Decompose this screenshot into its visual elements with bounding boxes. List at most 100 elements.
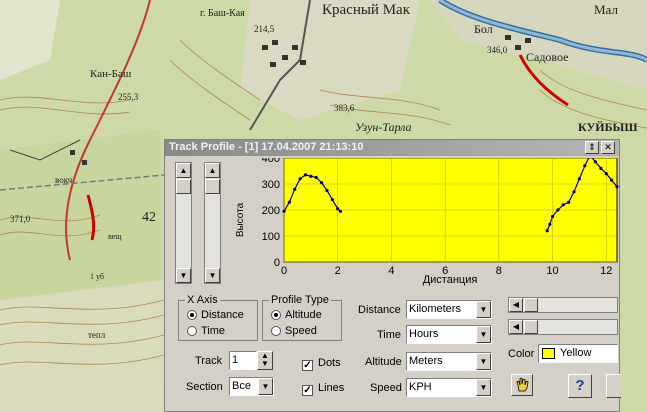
restore-button[interactable]: ⇕: [585, 141, 599, 154]
time-value: Hours: [409, 328, 439, 340]
speed-value: KPH: [409, 381, 432, 393]
help-icon: ?: [575, 377, 585, 394]
map-label: КУЙБЫШ: [578, 120, 638, 134]
radio-label: Speed: [285, 325, 317, 337]
series-point: [325, 188, 329, 193]
scroll-thumb[interactable]: [524, 298, 538, 312]
map-label: 346,0: [487, 45, 508, 55]
lines-label: Lines: [318, 382, 345, 394]
scroll-thumb[interactable]: [205, 179, 220, 194]
horizontal-scrollbar-1[interactable]: ◀: [508, 297, 618, 313]
map-label: Мал: [594, 2, 618, 17]
scroll-down-arrow-icon[interactable]: ▼: [176, 268, 191, 283]
scroll-thumb[interactable]: [176, 179, 191, 194]
series-point: [298, 177, 302, 181]
title-bar[interactable]: Track Profile - [1] 17.04.2007 21:13:10 …: [165, 140, 619, 156]
vertical-scrollbar-1[interactable]: ▲ ▼: [175, 162, 192, 284]
help-button[interactable]: ?: [568, 374, 592, 398]
section-value: Все: [232, 380, 251, 392]
map-label: 214,5: [254, 24, 275, 34]
chevron-down-icon[interactable]: ▼: [258, 378, 273, 395]
radio-distance[interactable]: Distance: [187, 309, 244, 321]
map-label: 371,0: [10, 214, 31, 224]
map-label: 1 уб: [90, 272, 104, 281]
altitude-profile-chart: 0 2 4 6 8 10 120100200300400 Высота Дистанция: [235, 158, 619, 286]
series-point: [556, 208, 560, 212]
time-select[interactable]: Hours ▼: [406, 325, 492, 344]
distance-select[interactable]: Kilometers ▼: [406, 300, 492, 319]
profile-type-group: Profile Type Altitude Speed: [262, 294, 342, 341]
scroll-left-arrow-icon[interactable]: ◀: [509, 320, 523, 334]
map-label: Садовое: [526, 50, 569, 64]
map-label: Красный Мак: [322, 2, 410, 18]
chevron-down-icon[interactable]: ▼: [476, 301, 491, 318]
chevron-down-icon[interactable]: ▼: [476, 326, 491, 343]
lines-checkbox[interactable]: ✓ Lines: [302, 382, 344, 396]
track-input[interactable]: 1: [229, 351, 257, 370]
check-icon[interactable]: ✓: [302, 385, 313, 396]
color-swatch: [542, 348, 555, 359]
track-spinner[interactable]: ▲ ▼: [257, 351, 273, 370]
chevron-down-icon[interactable]: ▼: [476, 379, 491, 396]
altitude-select[interactable]: Meters ▼: [406, 352, 492, 371]
series-point: [593, 160, 598, 164]
color-select[interactable]: Yellow: [538, 344, 618, 363]
speed-select[interactable]: KPH ▼: [406, 378, 492, 397]
scroll-left-arrow-icon[interactable]: ◀: [509, 298, 523, 312]
altitude-value: Meters: [409, 355, 443, 367]
hand-icon: [516, 377, 529, 392]
scroll-up-arrow-icon[interactable]: ▲: [205, 163, 220, 178]
close-icon: ✕: [604, 142, 612, 152]
distance-label: Distance: [358, 304, 401, 316]
time-label: Time: [377, 329, 402, 341]
map-label: Узун-Тарла: [355, 120, 412, 134]
radio-label: Altitude: [285, 309, 322, 321]
radio-dot[interactable]: [271, 310, 281, 320]
scroll-down-arrow-icon[interactable]: ▼: [205, 268, 220, 283]
spinner-arrows-icon[interactable]: ▲ ▼: [261, 351, 269, 368]
y-tick-label: 200: [262, 205, 280, 217]
series-point: [309, 174, 313, 178]
y-tick-label: 100: [262, 231, 280, 243]
series-point: [583, 164, 587, 168]
horizontal-scrollbar-2[interactable]: ◀: [508, 319, 618, 335]
series-point: [548, 222, 552, 226]
section-select[interactable]: Все ▼: [229, 377, 274, 396]
dots-checkbox[interactable]: ✓ Dots: [302, 357, 341, 371]
series-point: [550, 214, 555, 219]
color-label: Color: [508, 348, 535, 360]
map-label: Бол: [474, 22, 493, 36]
chevron-down-icon[interactable]: ▼: [476, 353, 491, 370]
radio-dot[interactable]: [271, 326, 281, 336]
y-tick-label: 300: [262, 179, 280, 191]
x-axis-group-title: X Axis: [185, 294, 220, 306]
speed-label: Speed: [370, 382, 402, 394]
radio-dot[interactable]: [187, 326, 197, 336]
hand-tool-button[interactable]: [511, 374, 533, 396]
distance-value: Kilometers: [409, 303, 461, 315]
map-label: г. Баш-Кая: [200, 8, 245, 19]
section-label: Section: [186, 381, 223, 393]
scroll-thumb[interactable]: [524, 320, 538, 334]
series-point: [282, 209, 286, 213]
vertical-scrollbar-2[interactable]: ▲ ▼: [204, 162, 221, 284]
radio-altitude[interactable]: Altitude: [271, 309, 322, 321]
map-label: 42: [142, 210, 156, 225]
check-icon[interactable]: ✓: [302, 360, 313, 371]
x-tick-label: 2: [335, 265, 341, 277]
radio-speed[interactable]: Speed: [271, 325, 317, 337]
scroll-up-arrow-icon[interactable]: ▲: [176, 163, 191, 178]
x-tick-label: 0: [281, 265, 287, 277]
series-point: [572, 190, 576, 194]
series-point: [561, 203, 565, 207]
radio-time[interactable]: Time: [187, 325, 225, 337]
extra-button[interactable]: [606, 374, 621, 398]
radio-label: Time: [201, 325, 226, 337]
x-tick-label: 12: [600, 265, 612, 277]
series-point: [336, 207, 340, 211]
y-tick-label: 0: [274, 257, 280, 269]
close-button[interactable]: ✕: [601, 141, 615, 154]
y-axis-label: Высота: [235, 202, 246, 237]
radio-dot[interactable]: [187, 310, 197, 320]
series-point: [330, 198, 334, 202]
